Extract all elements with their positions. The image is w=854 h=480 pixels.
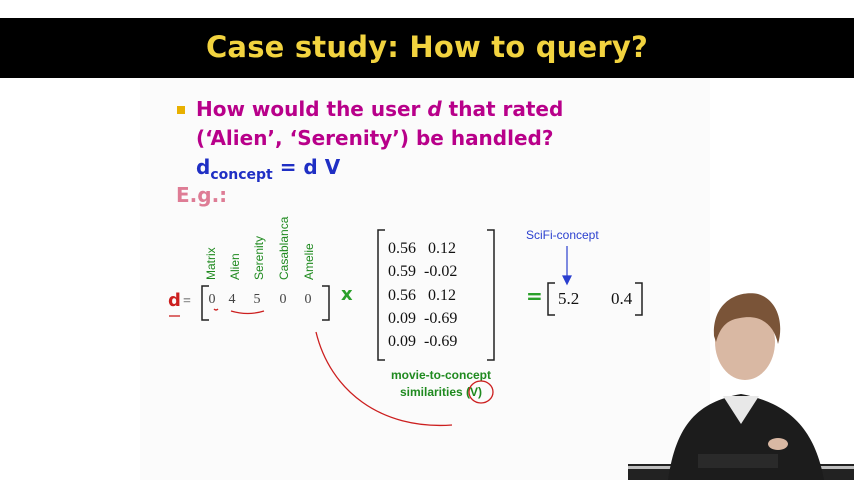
red-annotations xyxy=(169,308,494,427)
vector-right-bracket xyxy=(322,285,330,321)
vector-left-bracket xyxy=(201,285,209,321)
laptop xyxy=(698,454,778,468)
v-circle xyxy=(468,380,494,404)
pointer-curve xyxy=(315,331,453,427)
vector-brackets xyxy=(201,285,330,321)
presenter-hand xyxy=(768,438,788,450)
zero-tick xyxy=(213,308,219,311)
scifi-arrow-icon xyxy=(562,246,572,286)
matrix-brackets xyxy=(377,229,495,361)
ratings-underline xyxy=(230,310,265,315)
result-left-bracket xyxy=(547,282,555,316)
presenter-figure xyxy=(628,293,854,480)
matrix-left-bracket xyxy=(377,229,385,361)
matrix-right-bracket xyxy=(487,229,495,361)
